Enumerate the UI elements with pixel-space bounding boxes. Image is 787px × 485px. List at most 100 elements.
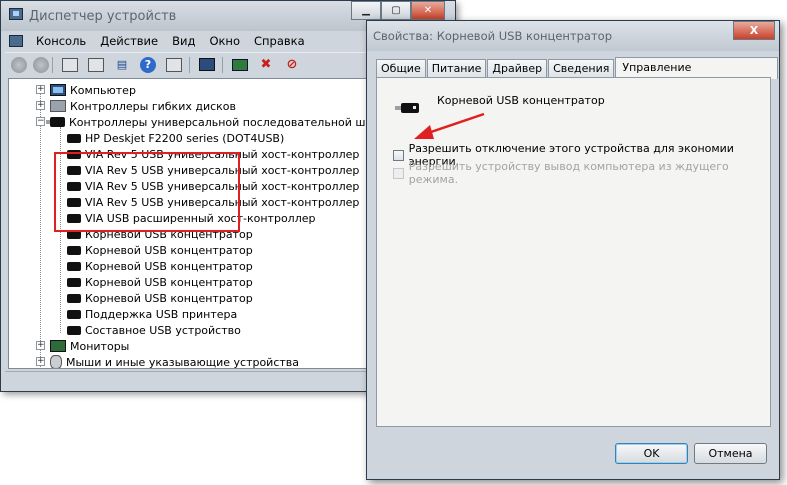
props-close-button[interactable]: X: [733, 21, 775, 40]
properties-button[interactable]: [87, 57, 105, 73]
properties-icon: [88, 57, 104, 72]
expand-icon[interactable]: +: [36, 101, 45, 110]
minimize-icon: ▁: [362, 5, 370, 16]
devmgr-close-button[interactable]: ✕: [411, 1, 445, 20]
props-titlebar[interactable]: Свойства: Корневой USB концентратор X: [367, 21, 779, 51]
tree-node-monitors[interactable]: + Мониторы: [36, 338, 129, 354]
toolbar-separator: [52, 56, 53, 73]
usb-device-icon: [67, 245, 81, 255]
tree-node-usb-controllers[interactable]: − Контроллеры универсальной последовател…: [36, 114, 415, 130]
tree-label: HP Deskjet F2200 series (DOT4USB): [85, 131, 285, 145]
usb-device-icon: [67, 133, 81, 143]
menu-action[interactable]: Действие: [93, 31, 165, 51]
tree-label: Корневой USB концентратор: [85, 275, 253, 289]
arrow-head: [414, 125, 434, 139]
tree-label: Компьютер: [70, 83, 136, 97]
expand-icon[interactable]: +: [36, 85, 45, 94]
disable-device-button[interactable]: ✖: [257, 57, 275, 73]
tree-item-usb-root-hub[interactable]: Корневой USB концентратор: [67, 290, 253, 306]
tree-label: Корневой USB концентратор: [85, 291, 253, 305]
tab-power-management[interactable]: Управление электропитанием: [615, 57, 778, 94]
red-arrow-annotation: [414, 112, 485, 139]
disable-device-icon: ✖: [260, 57, 272, 72]
tab-general[interactable]: Общие: [376, 59, 426, 78]
help-button[interactable]: ?: [139, 56, 157, 73]
tree-item-usb-device[interactable]: Поддержка USB принтера: [67, 306, 237, 322]
mouse-icon: [50, 355, 62, 368]
properties-dialog: Свойства: Корневой USB концентратор X Об…: [366, 20, 780, 480]
device-name: Корневой USB концентратор: [437, 94, 605, 107]
props-tabs: Общие Питание Драйвер Сведения Управлени…: [376, 56, 779, 94]
devmgr-window-controls: ▁ ▢ ✕: [351, 1, 445, 20]
back-button[interactable]: [11, 56, 27, 73]
tree-label: Корневой USB концентратор: [85, 243, 253, 257]
cancel-button[interactable]: Отмена: [694, 443, 767, 464]
usb-device-icon: [67, 261, 81, 271]
usb-device-icon: [67, 293, 81, 303]
tree-item-usb-device[interactable]: Составное USB устройство: [67, 322, 241, 338]
uninstall-device-icon: ⊘: [286, 57, 298, 72]
tree-label: Корневой USB концентратор: [85, 259, 253, 273]
menu-view[interactable]: Вид: [165, 31, 202, 51]
device-manager-icon: [9, 8, 23, 20]
allow-wake-option: Разрешить устройству вывод компьютера из…: [393, 160, 770, 186]
tree-label: Мыши и иные указывающие устройства: [66, 355, 300, 369]
tree-node-floppy-controllers[interactable]: + Контроллеры гибких дисков: [36, 98, 236, 114]
print-button[interactable]: ▤: [113, 57, 131, 73]
console-tree-icon: [62, 57, 78, 72]
toolbar-separator-3: [222, 56, 223, 73]
tree-label: Поддержка USB принтера: [85, 307, 238, 321]
action-pane-icon: [166, 57, 182, 72]
tree-node-mice[interactable]: + Мыши и иные указывающие устройства: [36, 354, 300, 369]
monitor-icon: [50, 340, 66, 352]
allow-wake-checkbox: [393, 167, 404, 179]
floppy-controller-icon: [50, 100, 66, 112]
scan-monitor-icon: [199, 58, 215, 71]
close-icon: ✕: [423, 5, 433, 16]
allow-power-off-checkbox[interactable]: [393, 149, 404, 161]
expand-icon[interactable]: +: [36, 357, 45, 366]
collapse-icon[interactable]: −: [36, 117, 45, 126]
tree-item-usb-root-hub[interactable]: Корневой USB концентратор: [67, 258, 253, 274]
maximize-button[interactable]: ▢: [381, 1, 411, 20]
computer-icon: [50, 84, 66, 96]
tree-label: Составное USB устройство: [85, 323, 241, 337]
arrow-shaft: [427, 112, 485, 135]
devmgr-title: Диспетчер устройств: [29, 9, 177, 24]
update-driver-button[interactable]: [231, 57, 249, 73]
show-hide-tree-button[interactable]: [61, 57, 79, 73]
close-icon: X: [749, 24, 759, 37]
props-title: Свойства: Корневой USB концентратор: [373, 29, 612, 43]
tree-label: Мониторы: [70, 339, 130, 353]
driver-chip-icon: [232, 58, 248, 71]
allow-wake-label: Разрешить устройству вывод компьютера из…: [408, 160, 729, 186]
show-action-pane-button[interactable]: [165, 57, 183, 73]
tree-item-usb-root-hub[interactable]: Корневой USB концентратор: [67, 274, 253, 290]
menu-window[interactable]: Окно: [202, 31, 247, 51]
tree-node-computer[interactable]: + Компьютер: [36, 82, 136, 98]
menu-console[interactable]: Консоль: [29, 31, 93, 51]
tab-power[interactable]: Питание: [426, 59, 487, 78]
tree-item-usb-root-hub[interactable]: Корневой USB концентратор: [67, 242, 253, 258]
uninstall-device-button[interactable]: ⊘: [283, 57, 301, 73]
props-window-controls: X: [733, 21, 775, 40]
forward-button[interactable]: [33, 56, 49, 73]
tab-details[interactable]: Сведения: [548, 59, 615, 78]
usb-controller-icon: [46, 117, 65, 127]
usb-device-icon: [67, 277, 81, 287]
system-menu-icon[interactable]: [9, 35, 23, 47]
tree-item-usb-device[interactable]: HP Deskjet F2200 series (DOT4USB): [67, 130, 284, 146]
usb-device-icon: [67, 325, 81, 335]
scan-hardware-button[interactable]: [198, 57, 216, 73]
expand-icon[interactable]: +: [36, 341, 45, 350]
ok-button[interactable]: OK: [615, 443, 688, 464]
red-highlight-box: [54, 152, 240, 232]
help-icon: ?: [140, 56, 156, 73]
tree-label: Контроллеры гибких дисков: [70, 99, 237, 113]
printer-icon: ▤: [116, 58, 128, 71]
tab-driver[interactable]: Драйвер: [487, 59, 548, 78]
minimize-button[interactable]: ▁: [351, 1, 381, 20]
menu-help[interactable]: Справка: [247, 31, 312, 51]
toolbar-separator-2: [189, 56, 190, 73]
usb-device-icon: [67, 309, 81, 319]
